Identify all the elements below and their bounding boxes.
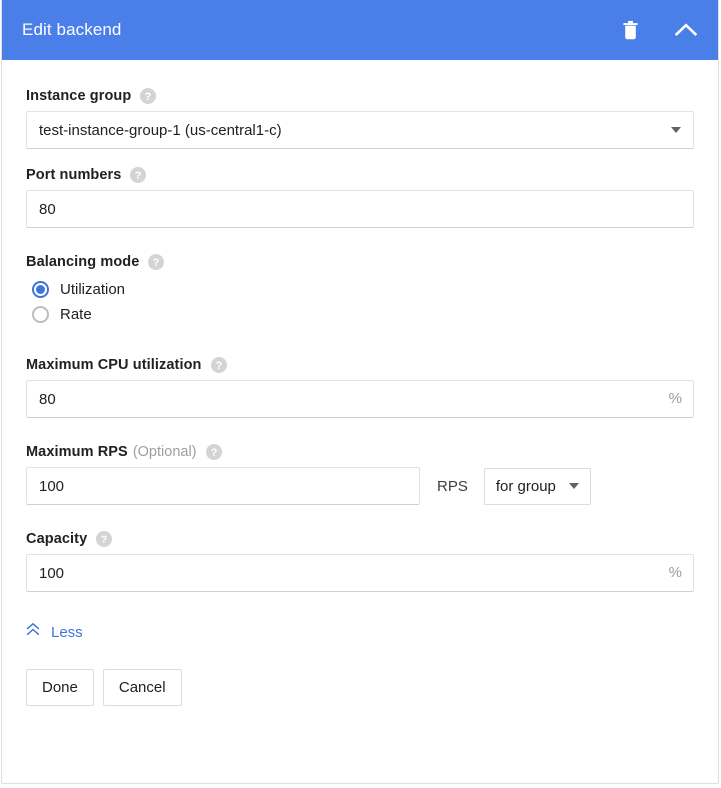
- max-rps-scope-select[interactable]: for group: [483, 467, 591, 505]
- trash-icon[interactable]: [615, 15, 645, 45]
- port-numbers-label: Port numbers: [26, 167, 122, 183]
- capacity-label-row: Capacity ?: [26, 531, 694, 547]
- field-max-cpu-utilization: Maximum CPU utilization ? %: [26, 357, 694, 418]
- radio-label: Rate: [60, 306, 92, 323]
- field-capacity: Capacity ? %: [26, 531, 694, 592]
- done-button[interactable]: Done: [26, 669, 94, 706]
- max-cpu-label-row: Maximum CPU utilization ?: [26, 357, 694, 373]
- max-cpu-input[interactable]: [26, 380, 694, 418]
- instance-group-label: Instance group: [26, 88, 132, 104]
- panel-body: Instance group ? test-instance-group-1 (…: [2, 60, 718, 783]
- svg-text:?: ?: [101, 534, 108, 546]
- radio-option-rate[interactable]: Rate: [26, 302, 694, 327]
- balancing-mode-label: Balancing mode: [26, 254, 140, 270]
- port-numbers-input[interactable]: [26, 190, 694, 228]
- radio-label: Utilization: [60, 281, 126, 298]
- max-rps-optional-text: (Optional): [132, 444, 197, 460]
- help-icon[interactable]: ?: [140, 88, 157, 104]
- field-balancing-mode: Balancing mode ? Utilization Rate: [26, 254, 694, 327]
- field-max-rps: Maximum RPS (Optional) ? RPS for group: [26, 444, 694, 505]
- max-cpu-input-wrap: %: [26, 380, 694, 418]
- chevron-up-icon[interactable]: [671, 15, 701, 45]
- instance-group-label-row: Instance group ?: [26, 88, 694, 104]
- help-icon[interactable]: ?: [130, 167, 147, 183]
- port-numbers-label-row: Port numbers ?: [26, 167, 694, 183]
- max-cpu-label: Maximum CPU utilization: [26, 357, 202, 373]
- field-instance-group: Instance group ? test-instance-group-1 (…: [26, 88, 694, 149]
- max-rps-unit-label: RPS: [437, 477, 468, 495]
- panel-header: Edit backend: [2, 0, 718, 60]
- svg-text:?: ?: [153, 257, 160, 269]
- action-buttons: Done Cancel: [26, 669, 694, 706]
- svg-text:?: ?: [145, 91, 152, 103]
- edit-backend-panel: Edit backend Instance group ? test-insta…: [1, 0, 719, 784]
- svg-text:?: ?: [135, 170, 142, 182]
- chevron-down-icon: [568, 483, 579, 489]
- less-label: Less: [51, 623, 83, 641]
- help-icon[interactable]: ?: [210, 357, 227, 373]
- radio-indicator: [32, 281, 49, 298]
- instance-group-select[interactable]: test-instance-group-1 (us-central1-c): [26, 111, 694, 149]
- field-port-numbers: Port numbers ?: [26, 167, 694, 228]
- less-toggle[interactable]: Less: [26, 622, 83, 642]
- capacity-input[interactable]: [26, 554, 694, 592]
- cancel-button[interactable]: Cancel: [102, 669, 182, 706]
- help-icon[interactable]: ?: [205, 444, 222, 460]
- balancing-mode-radio-group: Utilization Rate: [26, 277, 694, 327]
- double-chevron-up-icon: [26, 622, 40, 642]
- port-numbers-input-wrap: [26, 190, 694, 228]
- header-actions: [615, 15, 701, 45]
- chevron-down-icon: [671, 127, 681, 133]
- radio-indicator: [32, 306, 49, 323]
- svg-text:?: ?: [210, 447, 217, 459]
- max-rps-label-row: Maximum RPS (Optional) ?: [26, 444, 694, 460]
- help-icon[interactable]: ?: [148, 254, 165, 270]
- instance-group-value: test-instance-group-1 (us-central1-c): [39, 121, 282, 139]
- capacity-label: Capacity: [26, 531, 88, 547]
- svg-text:?: ?: [215, 360, 222, 372]
- help-icon[interactable]: ?: [96, 531, 113, 547]
- balancing-mode-label-row: Balancing mode ?: [26, 254, 694, 270]
- max-rps-label: Maximum RPS: [26, 444, 128, 460]
- radio-option-utilization[interactable]: Utilization: [26, 277, 694, 302]
- page-title: Edit backend: [22, 20, 122, 39]
- max-rps-row: RPS for group: [26, 467, 694, 505]
- max-rps-scope-value: for group: [495, 477, 556, 495]
- capacity-input-wrap: %: [26, 554, 694, 592]
- max-rps-input[interactable]: [26, 467, 420, 505]
